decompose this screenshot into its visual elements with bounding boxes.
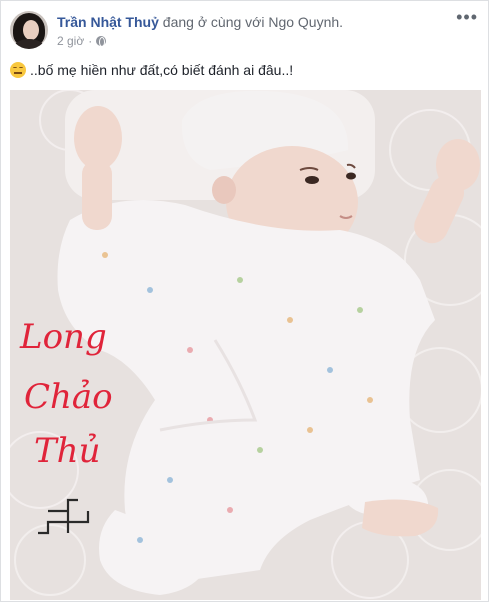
author-name-link[interactable]: Trần Nhật Thuỷ — [57, 14, 159, 30]
baby-photo-illustration: Long Chảo Thủ — [10, 90, 481, 600]
post-photo[interactable]: Long Chảo Thủ — [10, 90, 481, 600]
post-header-line: Trần Nhật Thuỷ đang ở cùng với Ngo Quynh… — [57, 13, 343, 31]
avatar-face — [23, 20, 39, 40]
smirk-emoji-icon — [10, 62, 26, 78]
more-options-button[interactable]: ••• — [456, 7, 478, 28]
meta-separator: · — [88, 34, 93, 48]
avatar-shoulder — [14, 39, 44, 49]
globe-icon[interactable] — [96, 36, 107, 47]
handwriting-line-2: Chảo — [24, 377, 113, 417]
timestamp-link[interactable]: 2 giờ — [57, 34, 84, 48]
handwriting-overlay: Long Chảo Thủ — [19, 317, 113, 471]
avatar[interactable] — [10, 11, 48, 49]
activity-text: đang ở cùng với — [162, 14, 265, 30]
post-meta: 2 giờ · — [57, 34, 107, 48]
facebook-post: Trần Nhật Thuỷ đang ở cùng với Ngo Quynh… — [0, 0, 489, 602]
handwriting-line-1: Long — [19, 317, 107, 357]
tagged-person-link[interactable]: Ngo Quynh. — [268, 14, 343, 30]
post-caption: ..bố mẹ hiền như đất,có biết đánh ai đâu… — [10, 61, 293, 79]
handwriting-line-3: Thủ — [34, 431, 100, 471]
caption-text: ..bố mẹ hiền như đất,có biết đánh ai đâu… — [30, 62, 294, 78]
